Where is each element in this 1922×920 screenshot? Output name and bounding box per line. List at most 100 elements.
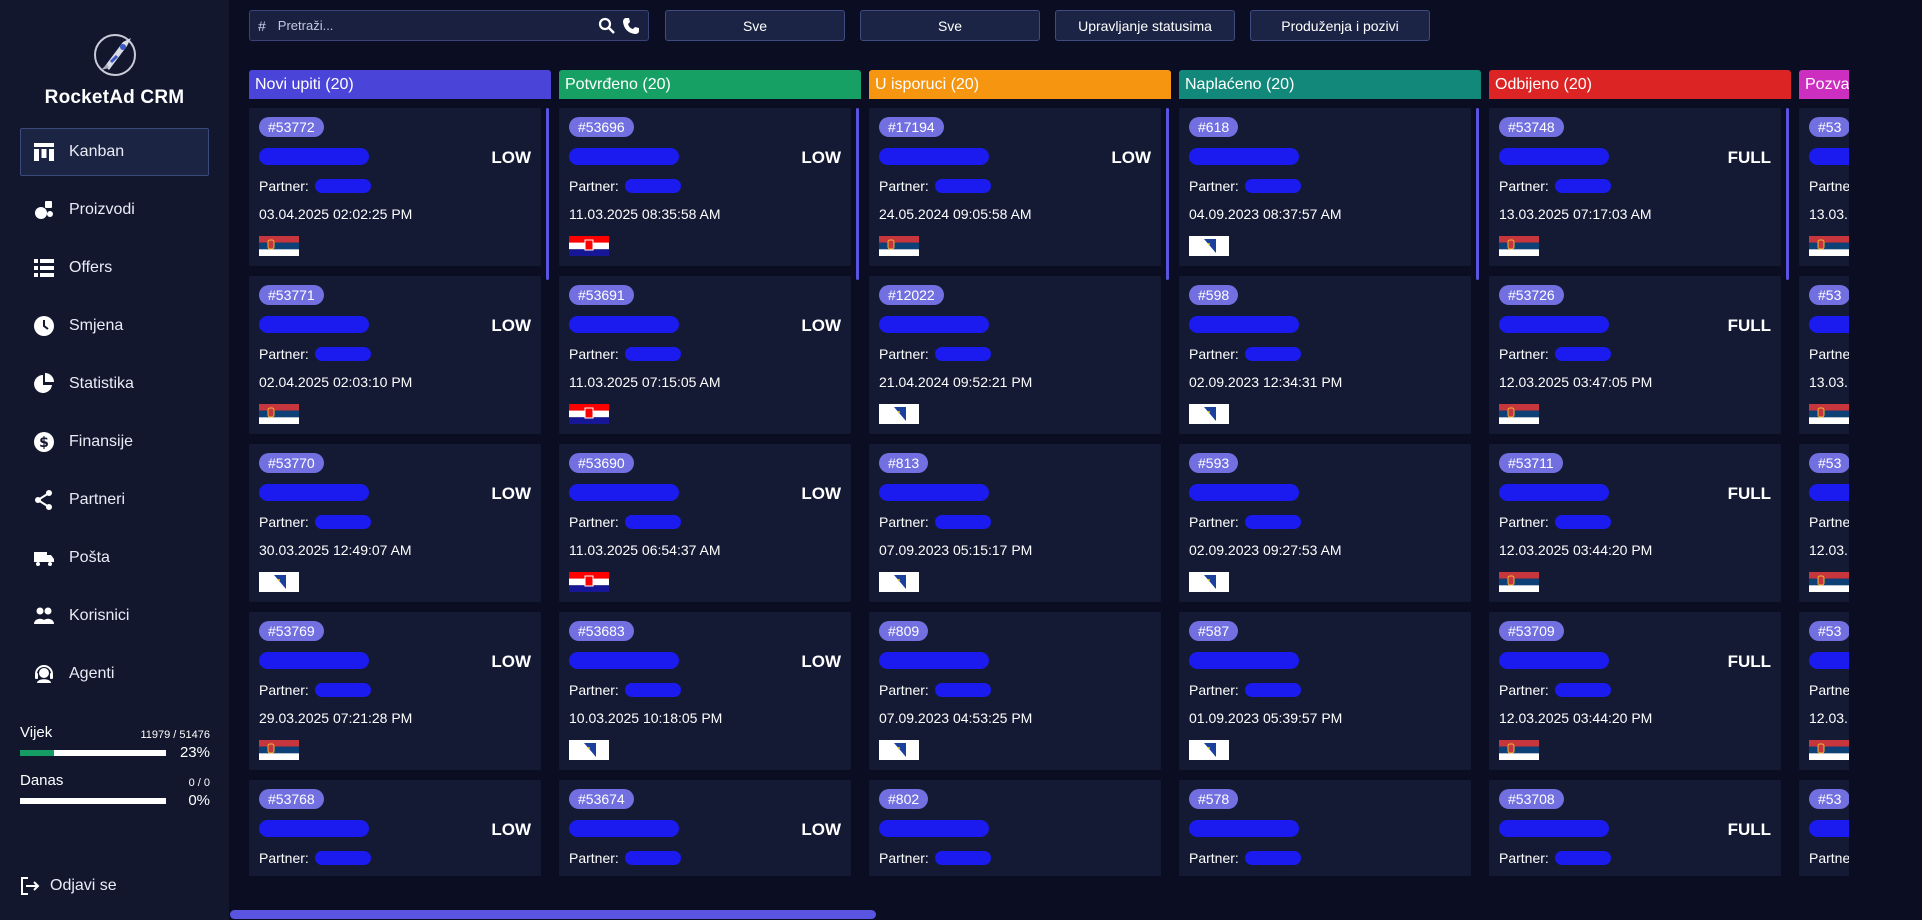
partner-name-redacted — [624, 347, 681, 361]
sidebar-item-finansije[interactable]: $ Finansije — [20, 418, 209, 466]
order-card[interactable]: #53691 LOW Partner: 11.03.2025 07:15:05 AM — [559, 276, 851, 434]
logo[interactable]: RocketAd CRM — [0, 30, 229, 109]
customer-name-redacted — [259, 316, 369, 333]
sidebar-item-statistika[interactable]: Statistika — [20, 360, 209, 408]
customer-name-redacted — [1189, 652, 1299, 669]
sidebar-item-smjena[interactable]: Smjena — [20, 302, 209, 350]
partner-row: Partner: — [1499, 682, 1611, 698]
customer-name-redacted — [259, 652, 369, 669]
order-level: LOW — [801, 652, 841, 671]
order-card[interactable]: #53 Partne 13.03. — [1799, 276, 1849, 434]
status-management-button[interactable]: Upravljanje statusima — [1055, 10, 1235, 41]
customer-name-redacted — [1499, 148, 1609, 165]
order-card[interactable]: #53769 LOW Partner: 29.03.2025 07:21:28 PM — [249, 612, 541, 770]
column-scrollbar[interactable] — [546, 108, 549, 280]
column-scrollbar[interactable] — [1786, 108, 1789, 280]
order-card[interactable]: #53 Partne 13.03. — [1799, 108, 1849, 266]
order-card[interactable]: #53711 FULL Partner: 12.03.2025 03:44:20 PM — [1489, 444, 1781, 602]
order-id-badge: #813 — [879, 453, 929, 473]
column-scrollbar[interactable] — [1166, 108, 1169, 280]
order-card[interactable]: #618 Partner: 04.09.2023 08:37:57 AM — [1179, 108, 1471, 266]
order-id-badge: #53709 — [1499, 621, 1564, 641]
order-card[interactable]: #53 Partne — [1799, 780, 1849, 876]
order-date: 12.03.2025 03:47:05 PM — [1499, 374, 1653, 390]
order-level: LOW — [491, 316, 531, 335]
partner-row: Partner: — [259, 346, 371, 362]
kanban-column: Odbijeno (20) #53748 FULL Partner: 13.03.202… — [1489, 70, 1791, 876]
order-card[interactable]: #53748 FULL Partner: 13.03.2025 07:17:03 AM — [1489, 108, 1781, 266]
partner-label: Partne — [1809, 346, 1849, 362]
flag-rs-icon — [1809, 572, 1849, 592]
order-card[interactable]: #53709 FULL Partner: 12.03.2025 03:44:20 PM — [1489, 612, 1781, 770]
order-level: FULL — [1727, 316, 1771, 335]
partner-row: Partner: — [1189, 346, 1301, 362]
phone-icon[interactable] — [622, 17, 640, 35]
order-card[interactable]: #53674 LOW Partner: — [559, 780, 851, 876]
pie-chart-icon — [33, 373, 55, 395]
filter-select-1[interactable]: Sve — [665, 10, 845, 41]
horizontal-scrollbar[interactable] — [230, 910, 876, 919]
order-level: FULL — [1727, 820, 1771, 839]
order-card[interactable]: #53771 LOW Partner: 02.04.2025 02:03:10 PM — [249, 276, 541, 434]
flag-rs-icon — [879, 236, 919, 256]
flag-hr-icon — [569, 572, 609, 592]
order-date: 10.03.2025 10:18:05 PM — [569, 710, 723, 726]
order-card[interactable]: #578 Partner: — [1179, 780, 1471, 876]
logout-button[interactable]: Odjavi se — [20, 876, 117, 896]
sidebar-item-label: Korisnici — [69, 607, 130, 624]
sidebar-item-kanban[interactable]: Kanban — [20, 128, 209, 176]
order-card[interactable]: #12022 Partner: 21.04.2024 09:52:21 PM — [869, 276, 1161, 434]
search-input[interactable] — [277, 18, 592, 33]
search-icon[interactable] — [598, 17, 616, 35]
progress-percent: 23% — [179, 744, 210, 761]
order-card[interactable]: #53768 LOW Partner: — [249, 780, 541, 876]
order-card[interactable]: #53726 FULL Partner: 12.03.2025 03:47:05 PM — [1489, 276, 1781, 434]
partner-row: Partner: — [879, 178, 991, 194]
partner-row: Partner: — [1189, 514, 1301, 530]
partner-label: Partner: — [879, 850, 929, 866]
order-card[interactable]: #802 Partner: — [869, 780, 1161, 876]
order-card[interactable]: #809 Partner: 07.09.2023 04:53:25 PM — [869, 612, 1161, 770]
order-card[interactable]: #53683 LOW Partner: 10.03.2025 10:18:05 PM — [559, 612, 851, 770]
order-level: LOW — [491, 820, 531, 839]
flag-rs-icon — [1499, 572, 1539, 592]
partner-label: Partne — [1809, 682, 1849, 698]
order-date: 11.03.2025 08:35:58 AM — [569, 206, 721, 222]
partner-row: Partner: — [569, 346, 681, 362]
sidebar-item-partneri[interactable]: Partneri — [20, 476, 209, 524]
order-card[interactable]: #593 Partner: 02.09.2023 09:27:53 AM — [1179, 444, 1471, 602]
order-card[interactable]: #587 Partner: 01.09.2023 05:39:57 PM — [1179, 612, 1471, 770]
order-date: 01.09.2023 05:39:57 PM — [1189, 710, 1343, 726]
customer-name-redacted — [569, 652, 679, 669]
order-card[interactable]: #53772 LOW Partner: 03.04.2025 02:02:25 PM — [249, 108, 541, 266]
order-card[interactable]: #598 Partner: 02.09.2023 12:34:31 PM — [1179, 276, 1471, 434]
order-card[interactable]: #53696 LOW Partner: 11.03.2025 08:35:58 AM — [559, 108, 851, 266]
extensions-calls-button[interactable]: Produženja i pozivi — [1250, 10, 1430, 41]
order-level: LOW — [1111, 148, 1151, 167]
column-scrollbar[interactable] — [856, 108, 859, 280]
sidebar-item-agenti[interactable]: Agenti — [20, 650, 209, 698]
column-scrollbar[interactable] — [1476, 108, 1479, 280]
search-bar: # — [249, 10, 649, 41]
order-card[interactable]: #17194 LOW Partner: 24.05.2024 09:05:58 AM — [869, 108, 1161, 266]
truck-icon — [33, 547, 55, 569]
column-header: U isporuci (20) — [869, 70, 1171, 99]
partner-name-redacted — [1244, 347, 1301, 361]
order-id-badge: #53748 — [1499, 117, 1564, 137]
order-card[interactable]: #53 Partne 12.03. — [1799, 612, 1849, 770]
partner-row: Partner: — [879, 346, 991, 362]
order-level: FULL — [1727, 148, 1771, 167]
order-card[interactable]: #53708 FULL Partner: — [1489, 780, 1781, 876]
customer-name-redacted — [259, 820, 369, 837]
sidebar-item-offers[interactable]: Offers — [20, 244, 209, 292]
logout-label: Odjavi se — [50, 877, 117, 894]
order-card[interactable]: #53690 LOW Partner: 11.03.2025 06:54:37 AM — [559, 444, 851, 602]
filter-select-2[interactable]: Sve — [860, 10, 1040, 41]
order-id-badge: #53690 — [569, 453, 634, 473]
sidebar-item-posta[interactable]: Pošta — [20, 534, 209, 582]
sidebar-item-korisnici[interactable]: Korisnici — [20, 592, 209, 640]
order-card[interactable]: #53770 LOW Partner: 30.03.2025 12:49:07 AM — [249, 444, 541, 602]
order-card[interactable]: #53 Partne 12.03. — [1799, 444, 1849, 602]
order-card[interactable]: #813 Partner: 07.09.2023 05:15:17 PM — [869, 444, 1161, 602]
sidebar-item-proizvodi[interactable]: Proizvodi — [20, 186, 209, 234]
